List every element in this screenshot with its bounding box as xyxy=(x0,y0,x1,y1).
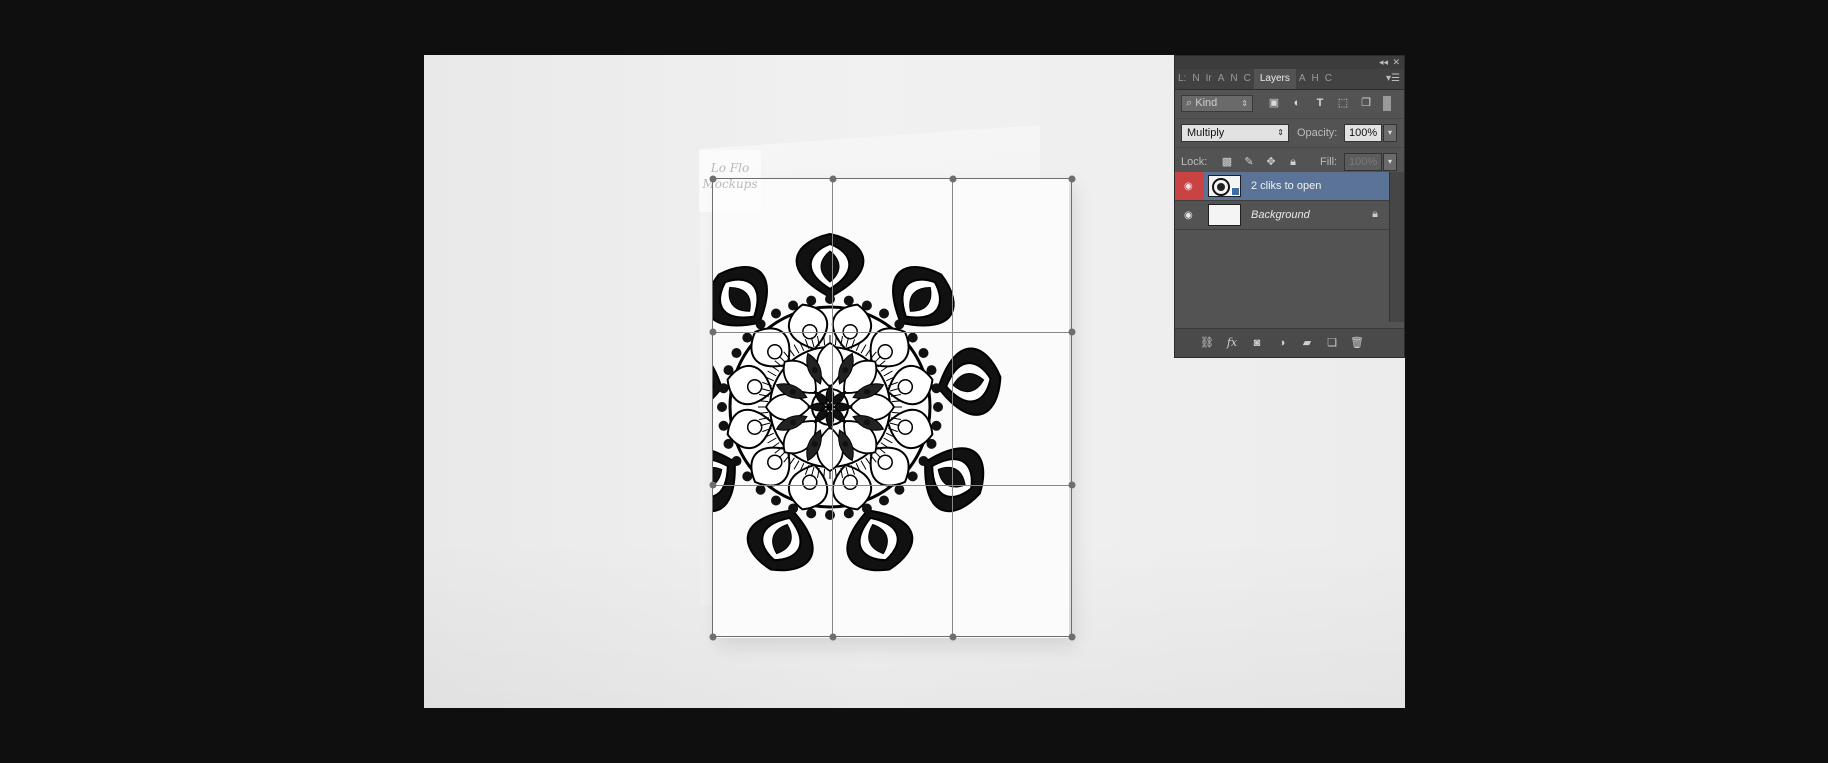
transform-handle-bottom[interactable] xyxy=(949,633,957,641)
collapse-panel-icon[interactable]: ◂◂ xyxy=(1379,56,1388,69)
opacity-dropdown-icon[interactable]: ▾ xyxy=(1383,124,1397,142)
panel-menu-icon[interactable]: ▾☰ xyxy=(1386,69,1400,89)
fill-label[interactable]: Fill: xyxy=(1320,156,1337,168)
panel-tabs: L: N Ir A N C Layers A H C ▾☰ xyxy=(1175,69,1404,90)
transform-handle-right[interactable] xyxy=(1068,328,1076,336)
transform-handle-bottom-left[interactable] xyxy=(709,633,717,641)
image-filter-icon[interactable]: ▣ xyxy=(1267,97,1281,110)
shape-filter-icon[interactable]: ⬚ xyxy=(1336,97,1350,110)
adjustment-filter-icon[interactable]: ◐ xyxy=(1290,97,1304,110)
transform-handle-right[interactable] xyxy=(1068,481,1076,489)
eye-icon: ◉ xyxy=(1184,181,1193,192)
group-folder-icon[interactable]: ▰ xyxy=(1299,336,1315,350)
tab-actions[interactable]: A xyxy=(1296,69,1309,89)
transform-handle-bottom-right[interactable] xyxy=(1068,633,1076,641)
layers-scrollbar[interactable] xyxy=(1389,172,1404,322)
stepper-arrows-icon: ⇕ xyxy=(1241,99,1248,108)
transform-handle-left[interactable] xyxy=(709,481,717,489)
lock-label: Lock: xyxy=(1181,156,1208,168)
tab-adjustments[interactable]: A xyxy=(1215,69,1228,89)
opacity-label[interactable]: Opacity: xyxy=(1297,127,1337,139)
link-layers-icon[interactable]: ⛓ xyxy=(1199,336,1215,350)
layers-panel-footer: ⛓ fx ◙ ◑ ▰ ❏ 🗑︎ xyxy=(1175,328,1404,357)
new-layer-icon[interactable]: ❏ xyxy=(1324,336,1340,350)
layer-visibility-toggle[interactable]: ◉ xyxy=(1175,172,1204,200)
opacity-input[interactable]: 100% xyxy=(1344,124,1382,142)
tab-info[interactable]: Ir xyxy=(1203,69,1215,89)
lock-all-icon[interactable]: 🔒︎ xyxy=(1287,156,1299,168)
free-transform-box[interactable] xyxy=(709,175,1076,641)
padlock-icon: 🔒︎ xyxy=(1372,208,1378,220)
fx-icon[interactable]: fx xyxy=(1224,336,1240,350)
layer-row-smart-object[interactable]: ◉ 2 cliks to open xyxy=(1175,172,1390,201)
transform-grid-line xyxy=(832,179,833,636)
transform-handle-left[interactable] xyxy=(709,328,717,336)
fill-dropdown-icon[interactable]: ▾ xyxy=(1383,153,1397,171)
fill-input[interactable]: 100% xyxy=(1344,153,1382,171)
blend-row: Multiply ⇕ Opacity: 100% ▾ xyxy=(1175,119,1404,148)
transform-grid-line xyxy=(713,485,1071,486)
layers-list: ◉ 2 cliks to open ◉ Background 🔒︎ xyxy=(1175,172,1390,322)
filter-kind-select[interactable]: ⌕ Kind ⇕ xyxy=(1181,95,1253,112)
panel-title-bar[interactable]: ◂◂ ✕ xyxy=(1175,56,1404,69)
lock-position-icon[interactable]: ✥ xyxy=(1265,156,1277,168)
filter-toggle-switch[interactable] xyxy=(1383,96,1391,111)
tab-navigator[interactable]: N xyxy=(1189,69,1202,89)
transform-handle-bottom[interactable] xyxy=(829,633,837,641)
layers-panel: ◂◂ ✕ L: N Ir A N C Layers A H C ▾☰ ⌕ Kin… xyxy=(1174,55,1405,358)
stepper-arrows-icon: ⇕ xyxy=(1277,128,1284,137)
tab-channels[interactable]: C xyxy=(1322,69,1335,89)
tab-history[interactable]: H xyxy=(1309,69,1322,89)
tab-color[interactable]: C xyxy=(1241,69,1254,89)
transform-handle-top-right[interactable] xyxy=(1068,175,1076,183)
layer-thumbnail xyxy=(1208,175,1241,197)
tab-layers[interactable]: Layers xyxy=(1253,69,1296,89)
smart-object-badge-icon xyxy=(1231,187,1240,196)
eye-icon: ◉ xyxy=(1184,210,1193,221)
adjustment-layer-icon[interactable]: ◑ xyxy=(1274,336,1290,350)
layer-name[interactable]: Background xyxy=(1251,209,1310,221)
transform-handle-top[interactable] xyxy=(949,175,957,183)
transform-handle-top-left[interactable] xyxy=(709,175,717,183)
layer-thumbnail xyxy=(1208,204,1241,226)
transform-grid-line xyxy=(952,179,953,636)
type-filter-icon[interactable]: T xyxy=(1313,97,1327,110)
blend-mode-value: Multiply xyxy=(1187,127,1225,139)
layer-row-background[interactable]: ◉ Background 🔒︎ xyxy=(1175,201,1390,230)
blend-mode-select[interactable]: Multiply ⇕ xyxy=(1181,124,1289,142)
layer-name[interactable]: 2 cliks to open xyxy=(1251,180,1321,192)
lock-transparent-pixels-icon[interactable]: ▩ xyxy=(1221,156,1233,168)
transform-grid-line xyxy=(713,332,1071,333)
filter-row: ⌕ Kind ⇕ ▣ ◐ T ⬚ ❐ xyxy=(1175,90,1404,119)
tab-notes[interactable]: N xyxy=(1227,69,1240,89)
filter-kind-label: Kind xyxy=(1195,97,1218,109)
search-icon: ⌕ xyxy=(1186,97,1193,109)
trash-icon[interactable]: 🗑︎ xyxy=(1349,336,1365,350)
smart-object-filter-icon[interactable]: ❐ xyxy=(1359,97,1373,110)
add-mask-icon[interactable]: ◙ xyxy=(1249,336,1265,350)
tab-libraries[interactable]: L: xyxy=(1175,69,1189,89)
transform-handle-top[interactable] xyxy=(829,175,837,183)
lock-image-pixels-icon[interactable]: ✎ xyxy=(1243,156,1255,168)
close-panel-icon[interactable]: ✕ xyxy=(1392,56,1400,69)
layer-visibility-toggle[interactable]: ◉ xyxy=(1175,201,1204,229)
